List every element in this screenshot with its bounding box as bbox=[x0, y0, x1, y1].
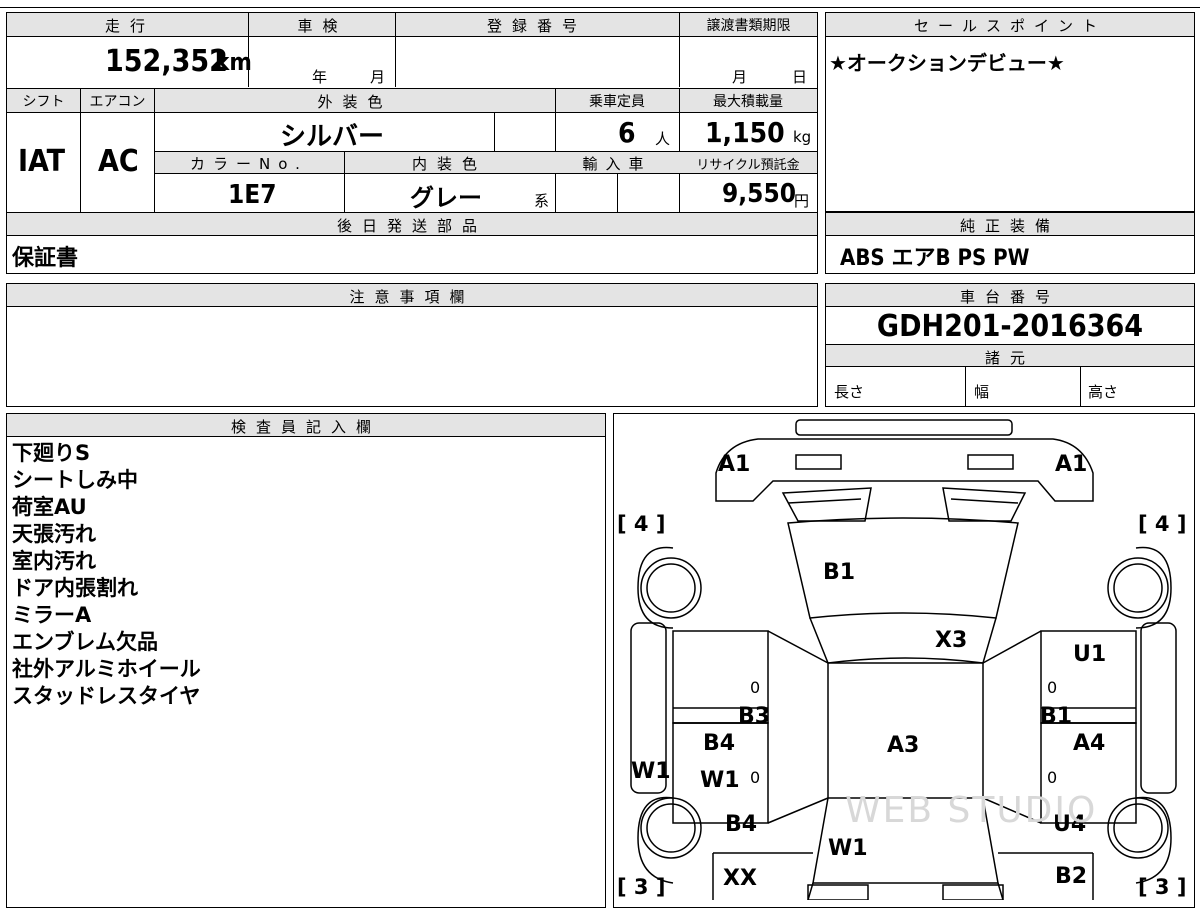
tire-mark-front-left: [ 4 ] bbox=[617, 512, 666, 536]
genuine-equipment-header: 純正装備 bbox=[959, 217, 1060, 235]
mark-b1-windshield: B1 bbox=[823, 560, 856, 585]
mark-b4-left-door: B4 bbox=[703, 731, 736, 756]
aircon-value: AC bbox=[98, 144, 139, 179]
note-line: 下廻りS bbox=[12, 441, 91, 465]
capacity-unit: 人 bbox=[655, 130, 671, 148]
specs-width-label: 幅 bbox=[974, 383, 990, 401]
mileage-header: 走行 bbox=[104, 17, 155, 35]
recycle-unit: 円 bbox=[794, 192, 810, 210]
top-cut-strip bbox=[0, 0, 1200, 8]
mileage-value: 152,352 bbox=[105, 44, 228, 79]
note-line: 荷室AU bbox=[12, 495, 87, 519]
watermark: WEB STUDIO bbox=[845, 790, 1098, 831]
mark-a1-left: A1 bbox=[718, 452, 751, 477]
recycle-header: リサイクル預託金 bbox=[696, 158, 800, 173]
tire-mark-front-right: [ 4 ] bbox=[1138, 512, 1187, 536]
later-parts-header: 後日発送部品 bbox=[336, 217, 487, 235]
later-parts-text: 保証書 bbox=[12, 246, 79, 271]
caution-header: 注意事項欄 bbox=[349, 288, 475, 306]
chassis-number: GDH201-2016364 bbox=[876, 309, 1144, 344]
note-line: ミラーA bbox=[12, 603, 92, 627]
shaken-month-label: 月 bbox=[370, 68, 386, 86]
mark-b3: B3 bbox=[738, 704, 771, 729]
mark-a4: A4 bbox=[1073, 731, 1106, 756]
specs-length-label: 長さ bbox=[834, 383, 865, 401]
zero-mark: 0 bbox=[750, 768, 761, 787]
inspector-header: 検査員記入欄 bbox=[230, 418, 381, 436]
sales-point-text: ★オークションデビュー★ bbox=[829, 51, 1065, 75]
mark-u1: U1 bbox=[1073, 642, 1107, 667]
zero-mark: 0 bbox=[1047, 678, 1058, 697]
transfer-deadline-header: 譲渡書類期限 bbox=[706, 18, 791, 34]
note-line: シートしみ中 bbox=[12, 468, 138, 492]
mark-x3: X3 bbox=[935, 628, 968, 653]
note-line: スタッドレスタイヤ bbox=[12, 684, 201, 708]
aircon-header: エアコン bbox=[89, 94, 146, 110]
color-no-value: 1E7 bbox=[228, 180, 277, 210]
shift-header: シフト bbox=[22, 94, 65, 110]
note-line: 室内汚れ bbox=[12, 549, 96, 573]
exterior-color-value: シルバー bbox=[280, 122, 385, 152]
mark-w1-rear: W1 bbox=[828, 836, 868, 861]
transfer-month-label: 月 bbox=[732, 68, 748, 86]
capacity-header: 乗車定員 bbox=[589, 94, 645, 110]
tire-mark-rear-left: [ 3 ] bbox=[617, 875, 666, 899]
color-no-header: カラーNo. bbox=[190, 155, 308, 173]
interior-color-suffix: 系 bbox=[534, 192, 550, 210]
mark-w1-side: W1 bbox=[631, 759, 671, 784]
note-line: 天張汚れ bbox=[12, 522, 96, 546]
shaken-header: 車検 bbox=[297, 17, 348, 35]
mark-a3: A3 bbox=[887, 733, 920, 758]
sales-point-header: セールスポイント bbox=[913, 17, 1106, 35]
max-load-header: 最大積載量 bbox=[713, 94, 783, 110]
mark-w1-left-door: W1 bbox=[700, 768, 740, 793]
mark-a1-right: A1 bbox=[1055, 452, 1088, 477]
genuine-equipment-text: ABS エアB PS PW bbox=[840, 246, 1030, 271]
mark-b1-right: B1 bbox=[1040, 704, 1073, 729]
zero-mark: 0 bbox=[1047, 768, 1058, 787]
exterior-color-header: 外装色 bbox=[317, 93, 393, 111]
capacity-value: 6 bbox=[618, 116, 636, 149]
mileage-unit: km bbox=[215, 48, 252, 76]
specs-height-label: 高さ bbox=[1088, 383, 1119, 401]
max-load-value: 1,150 bbox=[705, 116, 785, 149]
zero-mark: 0 bbox=[750, 678, 761, 697]
max-load-unit: kg bbox=[793, 128, 812, 146]
transfer-day-label: 日 bbox=[792, 68, 808, 86]
note-line: 社外アルミホイール bbox=[12, 657, 201, 681]
mark-b2: B2 bbox=[1055, 864, 1088, 889]
interior-color-header: 内装色 bbox=[411, 155, 487, 173]
shaken-year-label: 年 bbox=[312, 68, 328, 86]
import-header: 輸入車 bbox=[582, 155, 652, 173]
note-line: エンブレム欠品 bbox=[12, 630, 158, 654]
sales-point-box bbox=[825, 12, 1195, 212]
chassis-header: 車台番号 bbox=[959, 288, 1060, 306]
note-line: ドア内張割れ bbox=[12, 576, 138, 600]
tire-mark-rear-right: [ 3 ] bbox=[1138, 875, 1187, 899]
interior-color-value: グレー bbox=[410, 184, 482, 212]
inspector-notes: 下廻りS シートしみ中 荷室AU 天張汚れ 室内汚れ ドア内張割れ ミラーA エ… bbox=[12, 440, 201, 710]
registration-header: 登録番号 bbox=[486, 17, 587, 35]
specs-header: 諸元 bbox=[984, 349, 1035, 367]
shift-value: IAT bbox=[18, 144, 66, 179]
mark-b4-rear: B4 bbox=[725, 812, 758, 837]
recycle-value: 9,550 bbox=[722, 179, 796, 209]
mark-xx: XX bbox=[723, 866, 757, 891]
